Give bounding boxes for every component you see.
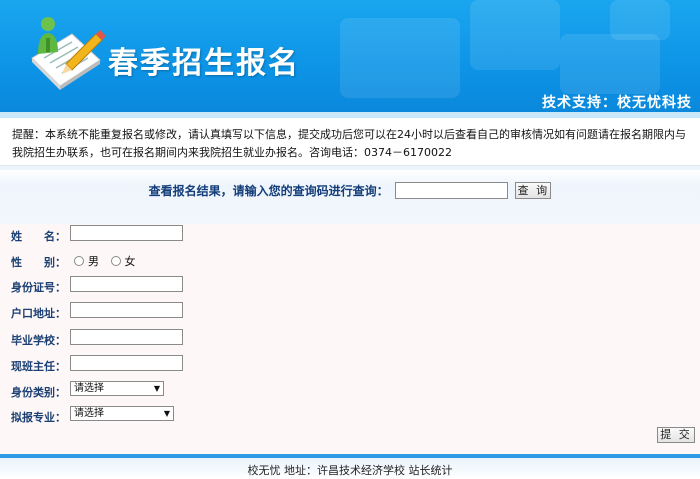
registration-logo-icon xyxy=(31,17,106,90)
gender-row: 性 别： 男 女 xyxy=(0,251,700,273)
name-row: 姓 名： xyxy=(0,225,700,247)
address-row: 户口地址： xyxy=(0,302,700,324)
query-section: 查看报名结果，请输入您的查询码进行查询： 查 询 xyxy=(0,166,700,224)
name-input[interactable] xyxy=(70,225,183,241)
header-decoration xyxy=(560,34,660,94)
major-select[interactable]: 请选择 ▼ xyxy=(70,406,174,421)
identity-label: 身份类别： xyxy=(11,386,66,399)
major-select-value: 请选择 xyxy=(74,408,104,419)
gender-female-label[interactable]: 女 xyxy=(125,255,136,268)
gender-female-radio[interactable] xyxy=(110,256,121,266)
teacher-input[interactable] xyxy=(70,355,183,371)
school-row: 毕业学校： xyxy=(0,329,700,351)
gender-label: 性 别： xyxy=(11,256,66,269)
header-decoration xyxy=(610,0,670,40)
registration-form: 姓 名： 性 别： 男 女 身份证号： 户口地址： 毕业学校： 现班主任： 身份… xyxy=(0,224,700,454)
teacher-label: 现班主任： xyxy=(11,360,66,373)
header-decoration xyxy=(470,0,560,70)
submit-button[interactable]: 提 交 xyxy=(657,427,695,443)
chevron-down-icon: ▼ xyxy=(153,384,160,393)
identity-select[interactable]: 请选择 ▼ xyxy=(70,381,164,396)
major-row: 拟报专业： 请选择 ▼ xyxy=(0,406,700,428)
id-number-label: 身份证号： xyxy=(11,281,66,294)
submit-row: 提 交 xyxy=(0,427,700,449)
id-number-input[interactable] xyxy=(70,276,183,292)
identity-select-value: 请选择 xyxy=(74,383,104,394)
gender-male-label[interactable]: 男 xyxy=(88,255,99,268)
teacher-row: 现班主任： xyxy=(0,355,700,377)
query-row: 查看报名结果，请输入您的查询码进行查询： 查 询 xyxy=(0,182,700,199)
id-number-row: 身份证号： xyxy=(0,276,700,298)
address-label: 户口地址： xyxy=(11,307,66,320)
page-footer: 校无忧 地址：许昌技术经济学校 站长统计 xyxy=(0,458,700,479)
notice-text: 提醒：本系统不能重复报名或修改，请认真填写以下信息，提交成功后您可以在24小时以… xyxy=(0,118,700,166)
chevron-down-icon: ▼ xyxy=(163,409,170,418)
major-label: 拟报专业： xyxy=(11,411,66,424)
gender-radio-group: 男 女 xyxy=(74,253,144,269)
address-input[interactable] xyxy=(70,302,183,318)
page-header: 春季招生报名 技术支持：校无忧科技 xyxy=(0,0,700,118)
school-label: 毕业学校： xyxy=(11,334,66,347)
header-decoration xyxy=(340,18,460,98)
page-title: 春季招生报名 xyxy=(108,46,300,81)
identity-row: 身份类别： 请选择 ▼ xyxy=(0,381,700,403)
query-code-input[interactable] xyxy=(394,182,508,199)
name-label: 姓 名： xyxy=(11,230,66,243)
tech-support-text: 技术支持：校无忧科技 xyxy=(542,95,692,111)
footer-text: 校无忧 地址：许昌技术经济学校 站长统计 xyxy=(247,464,453,477)
gender-male-radio[interactable] xyxy=(74,256,84,266)
query-button[interactable]: 查 询 xyxy=(515,182,552,199)
school-input[interactable] xyxy=(70,329,183,345)
header-divider xyxy=(0,112,700,118)
query-label: 查看报名结果，请输入您的查询码进行查询： xyxy=(148,184,389,198)
